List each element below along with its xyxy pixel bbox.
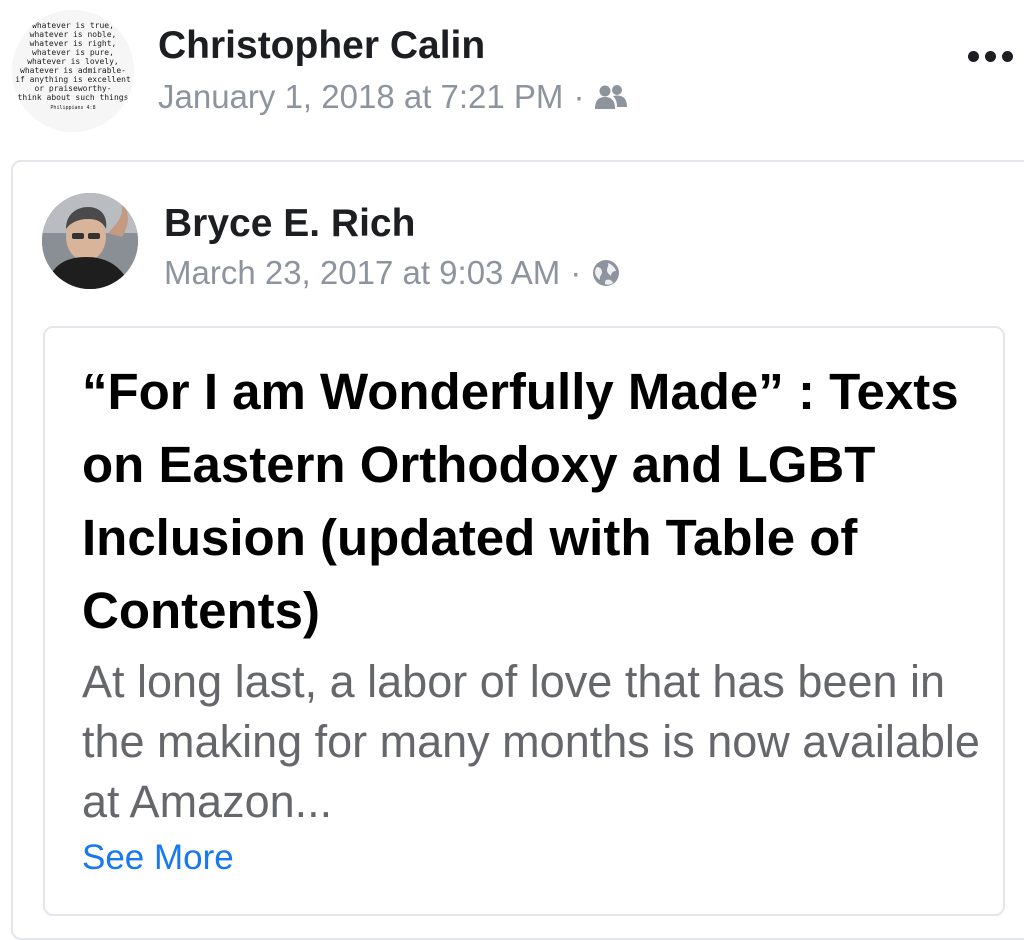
shared-post-meta: March 23, 2017 at 9:03 AM · — [164, 254, 621, 292]
post-meta: January 1, 2018 at 7:21 PM · — [158, 78, 630, 116]
avatar-verse-line: whatever is true, — [32, 21, 114, 30]
more-options-dot — [985, 50, 996, 62]
shared-post-timestamp[interactable]: March 23, 2017 at 9:03 AM — [164, 254, 560, 292]
more-options-icon — [968, 50, 979, 62]
avatar-verse-line: whatever is pure, — [32, 48, 114, 57]
avatar-verse-line: if anything is excellent — [15, 75, 131, 84]
more-options-button[interactable] — [968, 36, 1024, 76]
friends-icon[interactable] — [594, 83, 630, 111]
note-excerpt: At long last, a labor of love that has b… — [82, 656, 980, 827]
more-options-dot — [1002, 50, 1013, 62]
avatar-verse-image: whatever is true, whatever is noble, wha… — [12, 10, 134, 132]
avatar-verse-line: whatever is noble, — [30, 30, 117, 39]
avatar-verse-line: or praiseworthy- — [34, 84, 111, 93]
note-title[interactable]: “For I am Wonderfully Made” : Texts on E… — [82, 355, 987, 647]
author-name[interactable]: Christopher Calin — [158, 24, 485, 68]
person-photo — [42, 193, 138, 289]
see-more-link[interactable]: See More — [82, 838, 234, 878]
shared-author-name[interactable]: Bryce E. Rich — [164, 202, 415, 246]
avatar-verse-line: whatever is admirable- — [20, 66, 126, 75]
globe-icon[interactable] — [591, 258, 621, 288]
meta-separator: · — [570, 254, 582, 291]
avatar-verse-line: whatever is right, — [30, 39, 117, 48]
author-avatar[interactable]: whatever is true, whatever is noble, wha… — [12, 10, 134, 132]
post-timestamp[interactable]: January 1, 2018 at 7:21 PM — [158, 78, 563, 116]
shared-author-avatar[interactable] — [42, 193, 138, 289]
avatar-verse-line: Philippians 4:8 — [50, 105, 95, 111]
avatar-verse-line: whatever is lovely, — [27, 57, 119, 66]
meta-separator: · — [573, 78, 585, 115]
avatar-verse-line: think about such things — [18, 93, 129, 102]
